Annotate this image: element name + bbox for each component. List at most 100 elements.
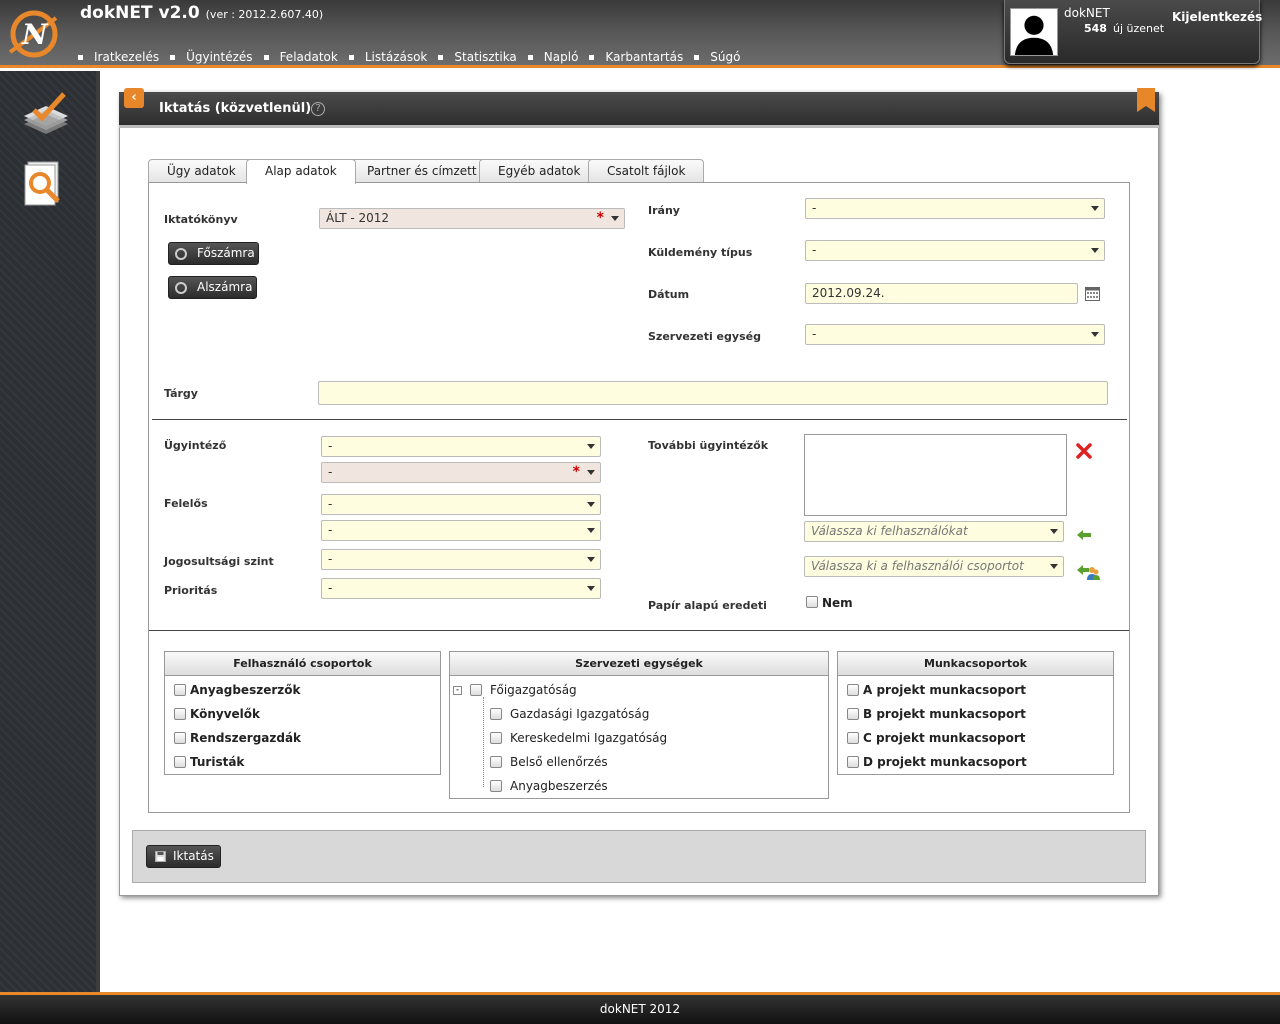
required-mark: * (572, 464, 580, 480)
felelos-select-1[interactable]: - (321, 494, 601, 515)
org-item-label: Anyagbeszerzés (510, 779, 608, 793)
tab-partner-es-cimzett[interactable]: Partner és címzett (348, 159, 496, 183)
user-group-select[interactable]: Válassza ki a felhasználói csoportot (804, 556, 1064, 577)
org-checkbox[interactable] (490, 708, 502, 720)
menu-item-naplo[interactable]: Napló (526, 50, 588, 64)
sidebar (0, 71, 96, 992)
felelos-value-2: - (328, 523, 333, 537)
group-checkbox[interactable] (174, 756, 186, 768)
required-mark: * (596, 210, 604, 226)
add-arrow-icon[interactable] (1076, 529, 1092, 541)
menu-item-ugyintezes[interactable]: Ügyintézés (168, 50, 261, 64)
workgroup-checkbox[interactable] (847, 708, 859, 720)
targy-input[interactable] (318, 381, 1108, 405)
group-checkbox[interactable] (174, 684, 186, 696)
documents-check-icon[interactable] (18, 88, 74, 138)
user-groups-title: Felhasználó csoportok (165, 652, 440, 676)
user-group-select-placeholder: Válassza ki a felhasználói csoportot (811, 559, 1024, 573)
org-checkbox[interactable] (470, 684, 482, 696)
ugyintezo-value-2: - (328, 465, 333, 479)
user-name: dokNET (1064, 6, 1110, 20)
iktatas-button[interactable]: Iktatás (146, 845, 221, 868)
felelos-label: Felelős (164, 497, 208, 510)
group-checkbox[interactable] (174, 708, 186, 720)
tab-csatolt-fajlok[interactable]: Csatolt fájlok (588, 159, 705, 183)
irany-value: - (812, 201, 817, 215)
kuldemeny-tipus-label: Küldemény típus (648, 246, 753, 259)
tree-line (483, 697, 484, 787)
tab-ugy-adatok[interactable]: Ügy adatok (148, 159, 255, 183)
workgroup-checkbox[interactable] (847, 756, 859, 768)
tovabbi-ugyintezok-list[interactable] (804, 434, 1067, 516)
logout-button[interactable]: Kijelentkezés (1172, 10, 1262, 24)
menu-item-statisztika[interactable]: Statisztika (436, 50, 525, 64)
divider (152, 419, 1127, 420)
search-documents-icon[interactable] (18, 156, 74, 206)
doknet-logo-icon[interactable]: N (4, 8, 60, 60)
menu-item-iratkezeles[interactable]: Iratkezelés (76, 50, 168, 64)
alszamra-button[interactable]: Alszámra (168, 276, 257, 299)
prioritas-select[interactable]: - (321, 578, 601, 599)
calendar-icon[interactable] (1085, 287, 1100, 301)
targy-label: Tárgy (164, 387, 198, 400)
group-item-label: Könyvelők (190, 707, 260, 721)
chevron-down-icon (1091, 206, 1099, 211)
app-name: dokNET v2.0 (80, 3, 200, 23)
users-select-placeholder: Válassza ki felhasználókat (811, 524, 968, 538)
group-item-label: Rendszergazdák (190, 731, 302, 745)
papir-alapu-label: Papír alapú eredeti (648, 599, 767, 612)
felelos-select-2[interactable]: - (321, 520, 601, 541)
foszamra-button[interactable]: Főszámra (168, 242, 259, 265)
radio-icon (175, 282, 187, 294)
menu-item-feladatok[interactable]: Feladatok (262, 50, 347, 64)
ugyintezo-select-1[interactable]: - (321, 436, 601, 457)
tab-alap-adatok[interactable]: Alap adatok (246, 159, 356, 184)
users-select[interactable]: Válassza ki felhasználókat (804, 521, 1064, 542)
chevron-down-icon (587, 470, 595, 475)
kuldemeny-tipus-value: - (812, 243, 817, 257)
ugyintezo-select-2[interactable]: - * (321, 462, 601, 483)
workgroup-checkbox[interactable] (847, 684, 859, 696)
menu-item-karbantartas[interactable]: Karbantartás (587, 50, 692, 64)
group-checkbox[interactable] (174, 732, 186, 744)
tree-collapse-icon[interactable]: - (453, 686, 462, 695)
help-icon[interactable]: ? (311, 102, 325, 116)
org-root-label: Főigazgatóság (490, 683, 577, 697)
foszamra-label: Főszámra (197, 246, 255, 260)
delete-x-icon[interactable] (1076, 443, 1092, 459)
irany-select[interactable]: - (805, 198, 1105, 219)
message-count[interactable]: 548 új üzenet (1084, 22, 1164, 35)
chevron-down-icon (1091, 332, 1099, 337)
menu-item-sugo[interactable]: Súgó (692, 50, 749, 64)
kuldemeny-tipus-select[interactable]: - (805, 240, 1105, 261)
jogosultsagi-szint-select[interactable]: - (321, 549, 601, 570)
menu-item-listazasok[interactable]: Listázások (347, 50, 437, 64)
divider (149, 630, 1129, 631)
irany-label: Irány (648, 204, 680, 217)
avatar[interactable] (1010, 8, 1058, 56)
datum-input[interactable]: 2012.09.24. (805, 283, 1078, 304)
add-group-icon[interactable] (1076, 563, 1100, 581)
chevron-down-icon (587, 444, 595, 449)
workgroup-checkbox[interactable] (847, 732, 859, 744)
iktatokonyv-select[interactable]: ÁLT - 2012 * (319, 208, 625, 229)
org-checkbox[interactable] (490, 756, 502, 768)
chevron-down-icon (611, 216, 619, 221)
jogosultsagi-szint-label: Jogosultsági szint (164, 555, 274, 568)
chevron-down-icon (1050, 529, 1058, 534)
chevron-down-icon (587, 586, 595, 591)
org-checkbox[interactable] (490, 732, 502, 744)
papir-alapu-value: Nem (822, 596, 853, 610)
chevron-down-icon (587, 557, 595, 562)
workgroup-item-label: D projekt munkacsoport (863, 755, 1027, 769)
org-checkbox[interactable] (490, 780, 502, 792)
org-units-box: Szervezeti egységek (449, 651, 829, 799)
tab-egyeb-adatok[interactable]: Egyéb adatok (479, 159, 600, 183)
back-button[interactable]: ‹ (124, 88, 144, 108)
szervezeti-egyseg-select[interactable]: - (805, 324, 1105, 345)
papir-alapu-checkbox[interactable] (806, 596, 818, 608)
workgroups-title: Munkacsoportok (838, 652, 1113, 676)
svg-text:N: N (21, 18, 49, 51)
szervezeti-egyseg-label: Szervezeti egység (648, 330, 761, 343)
sidebar-splitter[interactable] (96, 71, 100, 992)
